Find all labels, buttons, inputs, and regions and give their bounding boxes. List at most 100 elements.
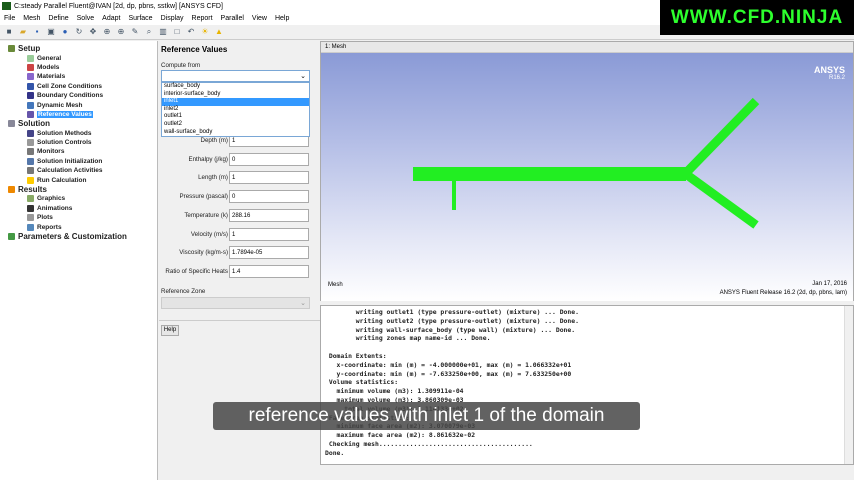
tree-item[interactable]: Run Calculation (0, 175, 157, 184)
tree-item[interactable]: Solution Methods (0, 129, 157, 138)
screenshot-icon[interactable]: ▣ (46, 27, 56, 37)
graphics-date: Jan 17, 2016 (812, 281, 847, 287)
tree-item[interactable]: Dynamic Mesh (0, 100, 157, 109)
field-input[interactable]: 1 (229, 227, 309, 241)
tree-item-label: General (37, 54, 62, 62)
help-button[interactable]: Help (161, 325, 179, 336)
tree-item-label: Reference Values (37, 110, 93, 118)
compute-from-dropdown-list[interactable]: surface_body interior-surface_body inlet1 i… (161, 82, 310, 137)
stop-icon[interactable]: ■ (4, 27, 14, 37)
tree-item-label: Run Calculation (37, 176, 87, 184)
tree-item[interactable]: Parameters & Customization (0, 232, 157, 241)
menu-define[interactable]: Define (48, 15, 68, 22)
dropdown-option[interactable]: outlet2 (162, 121, 309, 129)
field-row: Viscosity (kg/m-s) 1.7894e-05 (159, 246, 311, 260)
tree-item[interactable]: Graphics (0, 194, 157, 203)
reference-zone-select[interactable]: ⌄ (161, 297, 310, 309)
watermark: WWW.CFD.NINJA (660, 0, 854, 35)
tree-item[interactable]: Materials (0, 72, 157, 81)
compute-from-select[interactable]: ⌄ (161, 70, 310, 82)
graphics-viewport[interactable]: ANSYS R16.2 Mesh Jan 17, 2016 ANSYS Flue… (321, 53, 853, 301)
tree-item[interactable]: Solution Initialization (0, 157, 157, 166)
dropdown-option[interactable]: outlet1 (162, 113, 309, 121)
menu-display[interactable]: Display (161, 15, 184, 22)
tree-item-label: Solution Controls (37, 139, 92, 147)
graphics-release: ANSYS Fluent Release 16.2 (2d, dp, pbns,… (719, 290, 847, 296)
menu-view[interactable]: View (252, 15, 267, 22)
tree-item[interactable]: Boundary Conditions (0, 91, 157, 100)
zoom-in-icon[interactable]: ⊕ (102, 27, 112, 37)
tree-item[interactable]: Animations (0, 204, 157, 213)
open-folder-icon[interactable]: ▰ (18, 27, 28, 37)
tree-node-icon (27, 176, 34, 184)
tree-item[interactable]: General (0, 53, 157, 62)
mesh-plot (413, 97, 760, 229)
tree-item-label: Solution Methods (37, 129, 92, 137)
tree-item[interactable]: Solution (0, 119, 157, 128)
help-icon[interactable]: ● (60, 27, 70, 37)
field-input[interactable]: 1.7894e-05 (229, 246, 309, 260)
window-icon[interactable]: □ (172, 27, 182, 37)
menu-surface[interactable]: Surface (128, 15, 152, 22)
layout-icon[interactable]: ▥ (158, 27, 168, 37)
tree-item[interactable]: Setup (0, 44, 157, 53)
tree-item-label: Dynamic Mesh (37, 101, 83, 109)
field-input[interactable]: 288.16 (229, 208, 309, 222)
dropdown-option[interactable]: wall-surface_body (162, 129, 309, 137)
view-icon[interactable]: ↶ (186, 27, 196, 37)
light-icon[interactable]: ☀ (200, 27, 210, 37)
tree-item[interactable]: Calculation Activities (0, 166, 157, 175)
field-input[interactable]: 0 (229, 152, 309, 166)
tree-item[interactable]: Cell Zone Conditions (0, 82, 157, 91)
tree-node-icon (27, 195, 34, 203)
tree-node-icon (27, 73, 34, 81)
menu-help[interactable]: Help (275, 15, 289, 22)
dropdown-option[interactable]: inlet2 (162, 106, 309, 114)
fit-icon[interactable]: ⌕ (144, 27, 154, 37)
chevron-down-icon: ⌄ (300, 73, 306, 80)
tree-item[interactable]: Reports (0, 222, 157, 231)
console-scrollbar[interactable] (844, 306, 853, 464)
field-input[interactable]: 0 (229, 190, 309, 204)
menu-solve[interactable]: Solve (77, 15, 95, 22)
field-label: Pressure (pascal) (179, 193, 229, 201)
title-bar: C:steady Parallel Fluent@IVAN [2d, dp, p… (0, 0, 660, 12)
ansys-icon[interactable]: ▲ (214, 27, 224, 37)
tree-item-label: Models (37, 63, 60, 71)
field-row: Temperature (k) 288.16 (159, 208, 311, 223)
menu-parallel[interactable]: Parallel (221, 15, 244, 22)
tree-item[interactable]: Monitors (0, 147, 157, 156)
graphics-tab[interactable]: 1: Mesh (321, 42, 853, 53)
zoom-box-icon[interactable]: ⊕ (116, 27, 126, 37)
menu-adapt[interactable]: Adapt (102, 15, 120, 22)
rotate-icon[interactable]: ↻ (74, 27, 84, 37)
tree-item[interactable]: Results (0, 185, 157, 194)
probe-icon[interactable]: ✎ (130, 27, 140, 37)
tree-node-icon (27, 110, 34, 118)
tree-node-icon (8, 120, 15, 128)
tree-item[interactable]: Reference Values (0, 110, 157, 119)
dropdown-option[interactable]: inlet1 (162, 98, 309, 106)
tree-item[interactable]: Plots (0, 213, 157, 222)
menu-report[interactable]: Report (192, 15, 213, 22)
field-input[interactable]: 1 (229, 171, 309, 185)
save-icon[interactable]: ▪ (32, 27, 42, 37)
tree-item-label: Solution Initialization (37, 157, 103, 165)
tree-node-icon (27, 101, 34, 109)
tree-item[interactable]: Models (0, 63, 157, 72)
tree-item-label: Plots (37, 214, 53, 222)
dropdown-option[interactable]: interior-surface_body (162, 91, 309, 99)
field-input[interactable]: 1.4 (229, 264, 309, 278)
pan-icon[interactable]: ✥ (88, 27, 98, 37)
dropdown-option[interactable]: surface_body (162, 83, 309, 91)
console[interactable]: writing outlet1 (type pressure-outlet) (… (320, 305, 854, 465)
tree-item-label: Results (18, 185, 47, 195)
menu-mesh[interactable]: Mesh (23, 15, 40, 22)
tree-item-label: Calculation Activities (37, 167, 103, 175)
app-logo-icon (2, 2, 11, 10)
tree-item[interactable]: Solution Controls (0, 138, 157, 147)
menu-file[interactable]: File (4, 15, 15, 22)
tree-item-label: Parameters & Customization (18, 232, 127, 241)
mesh-upper-outlet (679, 97, 760, 180)
tree-item-label: Monitors (37, 148, 65, 156)
